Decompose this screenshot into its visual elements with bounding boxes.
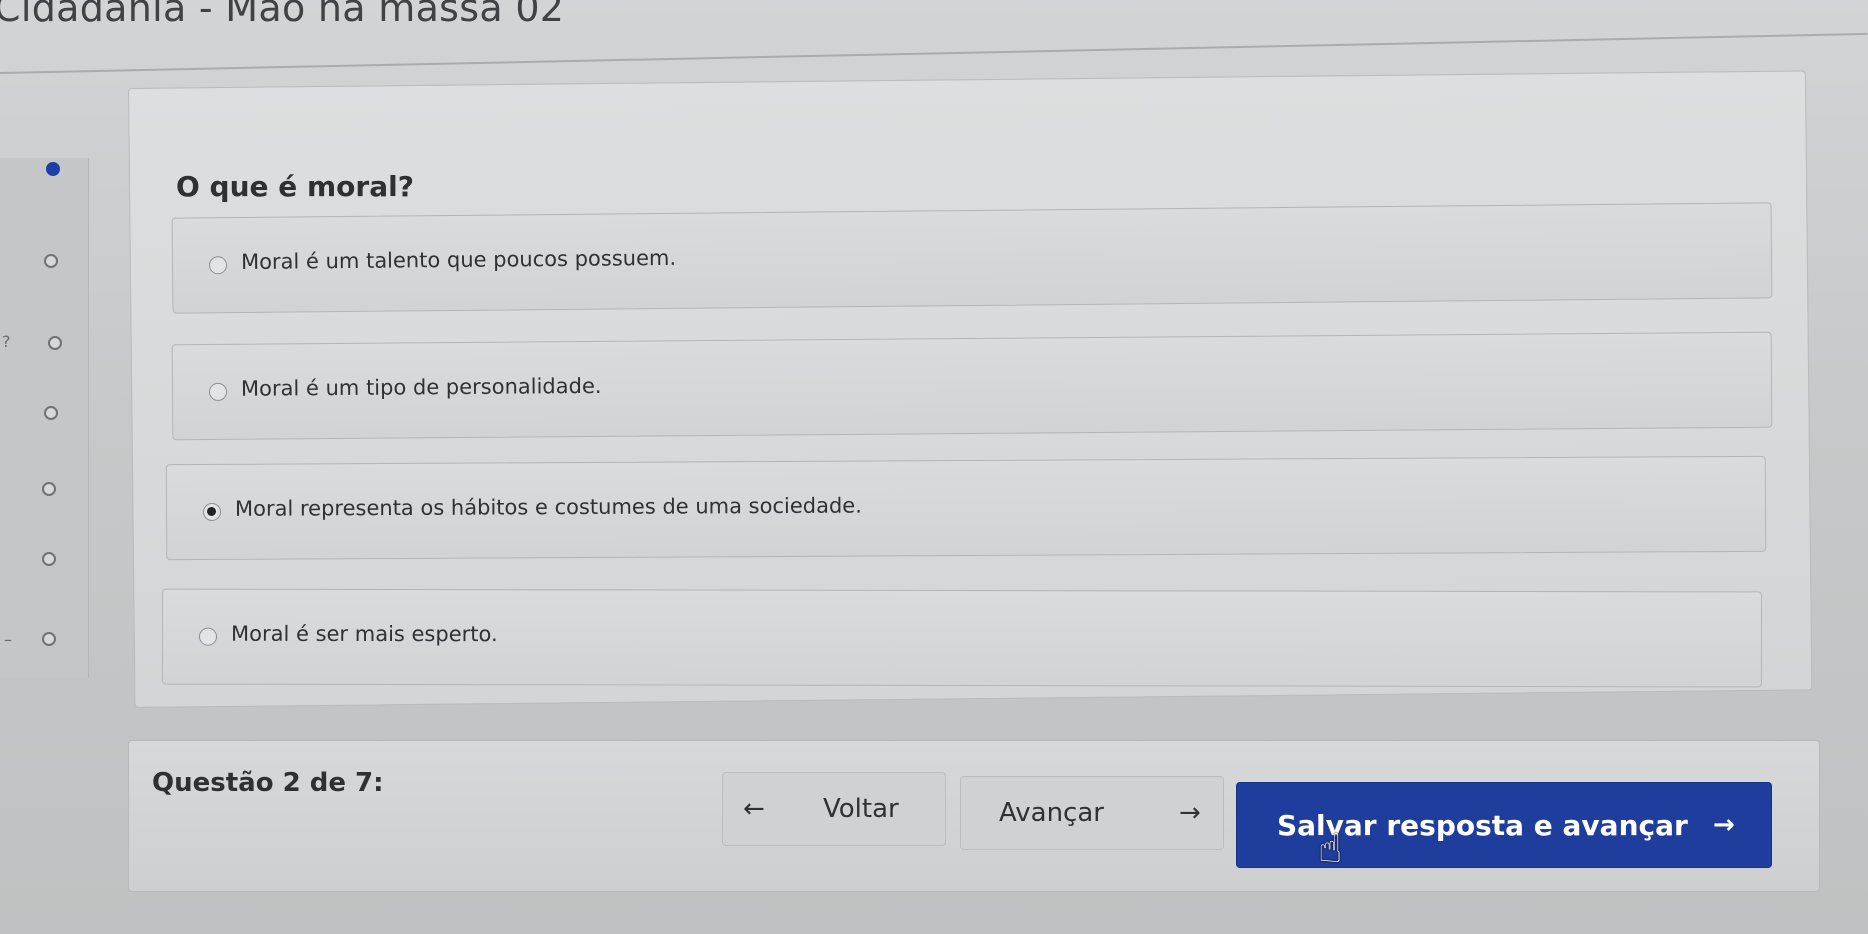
answer-option-label: Moral é um tipo de personalidade. — [240, 373, 602, 401]
header-divider — [0, 32, 1868, 74]
radio-button[interactable] — [208, 382, 228, 401]
arrow-right-icon: → — [1713, 810, 1735, 840]
radio-button-selected[interactable] — [202, 502, 222, 521]
radio-button[interactable] — [208, 256, 228, 275]
arrow-left-icon: ← — [743, 794, 765, 824]
nav-marker: ? — [2, 332, 11, 351]
page-title: Cidadania - Mão na massa 02 — [0, 0, 565, 30]
answer-option-label: Moral é ser mais esperto. — [230, 621, 498, 647]
question-nav-dot-7[interactable] — [42, 632, 56, 646]
answer-option-1[interactable]: Moral é um talento que poucos possuem. — [171, 202, 1773, 314]
question-nav-dot-4[interactable] — [44, 406, 58, 420]
hand-cursor-icon: ☝ — [1318, 826, 1343, 872]
back-button[interactable]: ← Voltar — [722, 772, 946, 846]
question-nav-dot-1[interactable] — [46, 162, 60, 176]
question-progress: Questão 2 de 7: — [152, 768, 384, 798]
radio-button[interactable] — [198, 627, 218, 646]
question-nav-dot-6[interactable] — [42, 552, 56, 566]
answer-option-label: Moral é um talento que poucos possuem. — [240, 245, 677, 275]
next-button[interactable]: Avançar → — [960, 776, 1224, 850]
question-text: O que é moral? — [176, 170, 414, 203]
answer-option-4[interactable]: Moral é ser mais esperto. — [161, 588, 1763, 688]
answer-option-2[interactable]: Moral é um tipo de personalidade. — [171, 331, 1773, 441]
answer-option-label: Moral representa os hábitos e costumes d… — [234, 493, 862, 521]
question-nav-dot-2[interactable] — [44, 254, 58, 268]
quiz-page: Cidadania - Mão na massa 02 ? – O que é … — [0, 0, 1868, 934]
answer-option-3[interactable]: Moral representa os hábitos e costumes d… — [165, 455, 1767, 561]
next-button-label: Avançar — [999, 798, 1104, 828]
save-and-next-button[interactable]: Salvar resposta e avançar → — [1236, 782, 1772, 868]
nav-marker: – — [4, 630, 12, 649]
back-button-label: Voltar — [823, 794, 899, 824]
arrow-right-icon: → — [1179, 798, 1201, 828]
question-nav-dot-3[interactable] — [48, 336, 62, 350]
question-nav-dot-5[interactable] — [42, 482, 56, 496]
question-nav-sidebar — [0, 158, 89, 678]
